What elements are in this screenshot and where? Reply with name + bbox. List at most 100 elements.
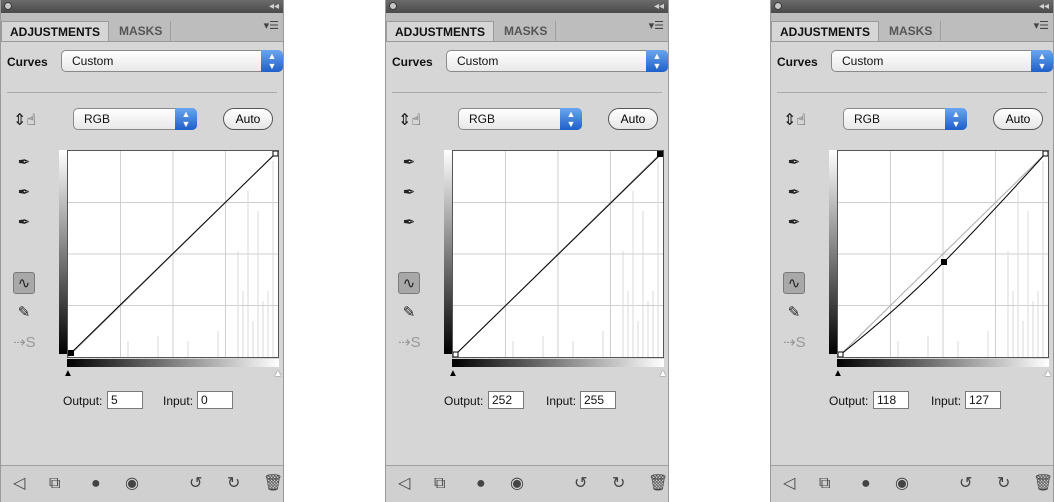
close-icon[interactable] [774,2,782,10]
pencil-icon[interactable]: ✎ [13,302,35,324]
curves-panel-2: ◂◂ ADJUSTMENTS MASKS ▾☰ Curves Custom ▲ ▼… [385,0,669,502]
reset-icon[interactable]: ↻ [227,475,240,493]
collapse-icon[interactable]: ◂◂ [1039,0,1049,13]
curve-point[interactable] [68,350,74,356]
white-point-slider-icon[interactable]: ▲ [658,369,668,379]
visibility-mask-icon[interactable]: ● [476,475,486,493]
input-field[interactable]: 255 [580,391,616,409]
tab-adjustments[interactable]: ADJUSTMENTS [386,21,495,41]
curves-label: Curves [392,55,433,69]
tab-masks[interactable]: MASKS [111,21,172,41]
curve-graph[interactable] [452,150,664,358]
curve-tool-icon[interactable]: ∿ [398,272,420,294]
eyedropper-black-icon[interactable]: ✒ [398,152,420,174]
close-icon[interactable] [389,2,397,10]
auto-button[interactable]: Auto [223,108,273,130]
black-point-slider-icon[interactable]: ▲ [448,369,458,379]
reset-icon[interactable]: ↻ [612,475,625,493]
eyedropper-gray-icon[interactable]: ✒ [398,182,420,204]
trash-icon[interactable]: 🗑 [648,475,668,493]
hand-target-icon[interactable]: ⇕☝ [783,110,806,130]
smooth-icon[interactable]: ⇢S [13,332,36,354]
visibility-mask-icon[interactable]: ● [861,475,871,493]
curve-point[interactable] [657,151,663,157]
pencil-icon[interactable]: ✎ [783,302,805,324]
curve-graph[interactable] [67,150,279,358]
clip-icon[interactable]: ⧉ [819,475,830,493]
hand-target-icon[interactable]: ⇕☝ [398,110,421,130]
tab-adjustments[interactable]: ADJUSTMENTS [1,21,110,41]
smooth-icon[interactable]: ⇢S [783,332,806,354]
curves-panel-3: ◂◂ ADJUSTMENTS MASKS ▾☰ Curves Custom ▲ ▼… [770,0,1054,502]
collapse-icon[interactable]: ◂◂ [269,0,279,13]
collapse-icon[interactable]: ◂◂ [654,0,664,13]
input-label: Input: [546,394,577,408]
input-gradient [837,359,1049,367]
tab-bar: ADJUSTMENTS MASKS ▾☰ [1,13,283,42]
curve-graph[interactable] [837,150,1049,358]
tab-masks[interactable]: MASKS [496,21,557,41]
panel-menu-icon[interactable]: ▾☰ [1034,19,1049,32]
black-point-slider-icon[interactable]: ▲ [833,369,843,379]
panel-menu-icon[interactable]: ▾☰ [649,19,664,32]
eyedropper-gray-icon[interactable]: ✒ [13,182,35,204]
eyedropper-black-icon[interactable]: ✒ [13,152,35,174]
eye-icon[interactable]: ◉ [125,475,139,493]
auto-button[interactable]: Auto [608,108,658,130]
white-point-slider-icon[interactable]: ▲ [273,369,283,379]
smooth-icon[interactable]: ⇢S [398,332,421,354]
curve-point[interactable] [1042,151,1048,157]
curve-tool-icon[interactable]: ∿ [13,272,35,294]
view-previous-icon[interactable]: ↺ [189,475,202,493]
curve-point[interactable] [838,351,844,357]
clip-icon[interactable]: ⧉ [434,475,445,493]
preset-select[interactable]: Custom ▲ ▼ [61,50,283,72]
curve-point[interactable] [272,151,278,157]
input-gradient [67,359,279,367]
output-field[interactable]: 252 [488,391,524,409]
tab-masks[interactable]: MASKS [881,21,942,41]
eyedropper-white-icon[interactable]: ✒ [398,212,420,234]
trash-icon[interactable]: 🗑 [263,475,283,493]
curves-label: Curves [777,55,818,69]
preset-select[interactable]: Custom ▲ ▼ [446,50,668,72]
output-field[interactable]: 118 [873,391,909,409]
input-field[interactable]: 127 [965,391,1001,409]
curve-tool-icon[interactable]: ∿ [783,272,805,294]
eyedropper-white-icon[interactable]: ✒ [783,212,805,234]
eye-icon[interactable]: ◉ [510,475,524,493]
back-icon[interactable]: ◁ [783,475,795,493]
eye-icon[interactable]: ◉ [895,475,909,493]
visibility-mask-icon[interactable]: ● [91,475,101,493]
clip-icon[interactable]: ⧉ [49,475,60,493]
hand-target-icon[interactable]: ⇕☝ [13,110,36,130]
curve-point[interactable] [941,259,947,265]
output-field[interactable]: 5 [107,391,143,409]
panel-menu-icon[interactable]: ▾☰ [264,19,279,32]
preset-value: Custom [842,54,884,68]
divider [392,92,662,93]
view-previous-icon[interactable]: ↺ [574,475,587,493]
input-field[interactable]: 0 [197,391,233,409]
close-icon[interactable] [4,2,12,10]
trash-icon[interactable]: 🗑 [1033,475,1053,493]
eyedropper-white-icon[interactable]: ✒ [13,212,35,234]
eyedropper-gray-icon[interactable]: ✒ [783,182,805,204]
channel-select[interactable]: RGB ▲ ▼ [458,108,582,130]
curve-point[interactable] [453,351,459,357]
eyedropper-black-icon[interactable]: ✒ [783,152,805,174]
auto-button[interactable]: Auto [993,108,1043,130]
preset-select[interactable]: Custom ▲ ▼ [831,50,1053,72]
pencil-icon[interactable]: ✎ [398,302,420,324]
reset-icon[interactable]: ↻ [997,475,1010,493]
back-icon[interactable]: ◁ [13,475,25,493]
back-icon[interactable]: ◁ [398,475,410,493]
black-point-slider-icon[interactable]: ▲ [63,369,73,379]
white-point-slider-icon[interactable]: ▲ [1043,369,1053,379]
channel-select[interactable]: RGB ▲ ▼ [73,108,197,130]
output-gradient [444,150,452,354]
channel-select[interactable]: RGB ▲ ▼ [843,108,967,130]
view-previous-icon[interactable]: ↺ [959,475,972,493]
tab-adjustments[interactable]: ADJUSTMENTS [771,21,880,41]
curves-panel-1: ◂◂ ADJUSTMENTS MASKS ▾☰ Curves Custom ▲ ▼… [0,0,284,502]
